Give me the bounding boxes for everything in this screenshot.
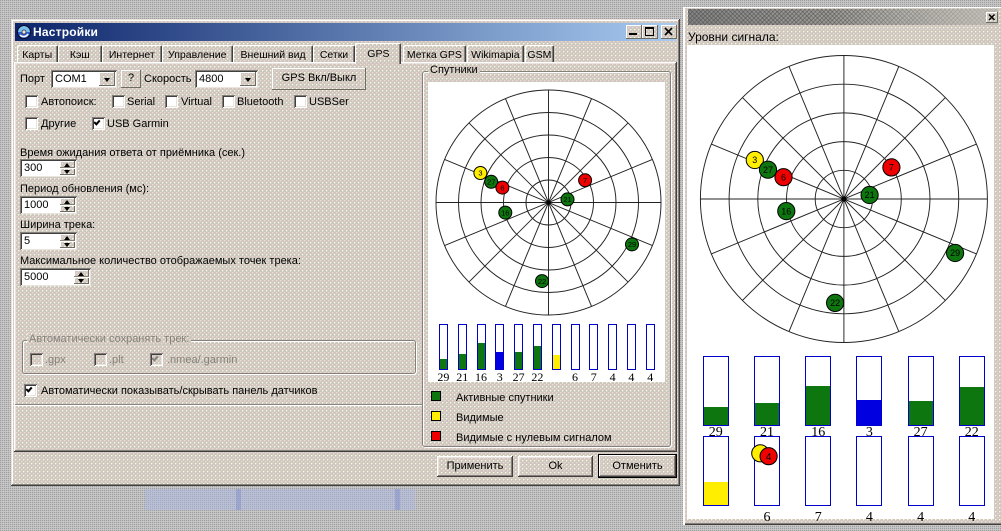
svg-text:7: 7: [889, 163, 894, 173]
svg-text:3: 3: [478, 169, 482, 178]
svg-text:21: 21: [563, 195, 571, 204]
svg-text:6: 6: [500, 183, 504, 192]
svg-text:4: 4: [766, 452, 772, 463]
svg-text:22: 22: [830, 298, 840, 308]
svg-text:29: 29: [950, 248, 960, 258]
svg-text:7: 7: [583, 176, 587, 185]
svg-text:3: 3: [752, 155, 757, 165]
svg-text:6: 6: [781, 172, 786, 182]
svg-text:21: 21: [865, 190, 875, 200]
svg-text:27: 27: [487, 178, 495, 187]
svg-text:16: 16: [501, 208, 509, 217]
svg-text:16: 16: [781, 206, 791, 216]
svg-text:22: 22: [538, 277, 546, 286]
svg-text:27: 27: [763, 165, 773, 175]
svg-text:29: 29: [628, 240, 636, 249]
